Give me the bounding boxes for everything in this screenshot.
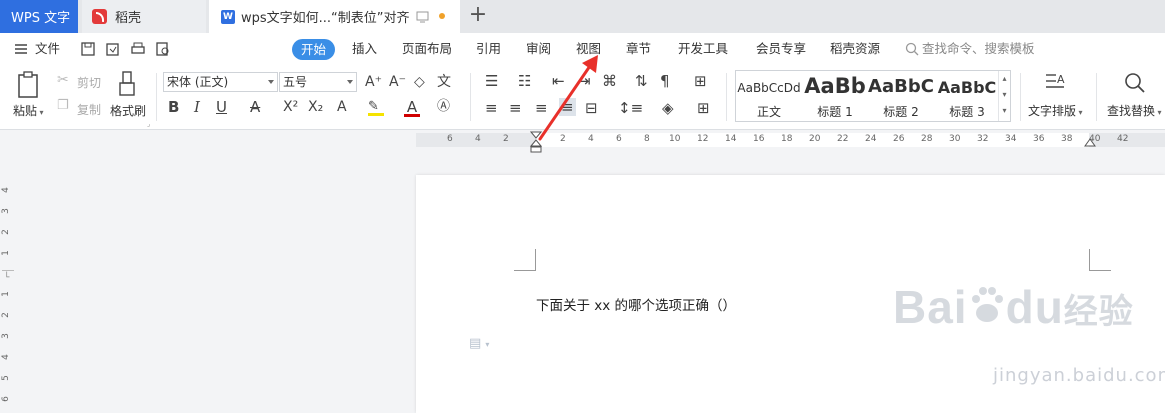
annotation-arrow-icon [538, 55, 598, 141]
